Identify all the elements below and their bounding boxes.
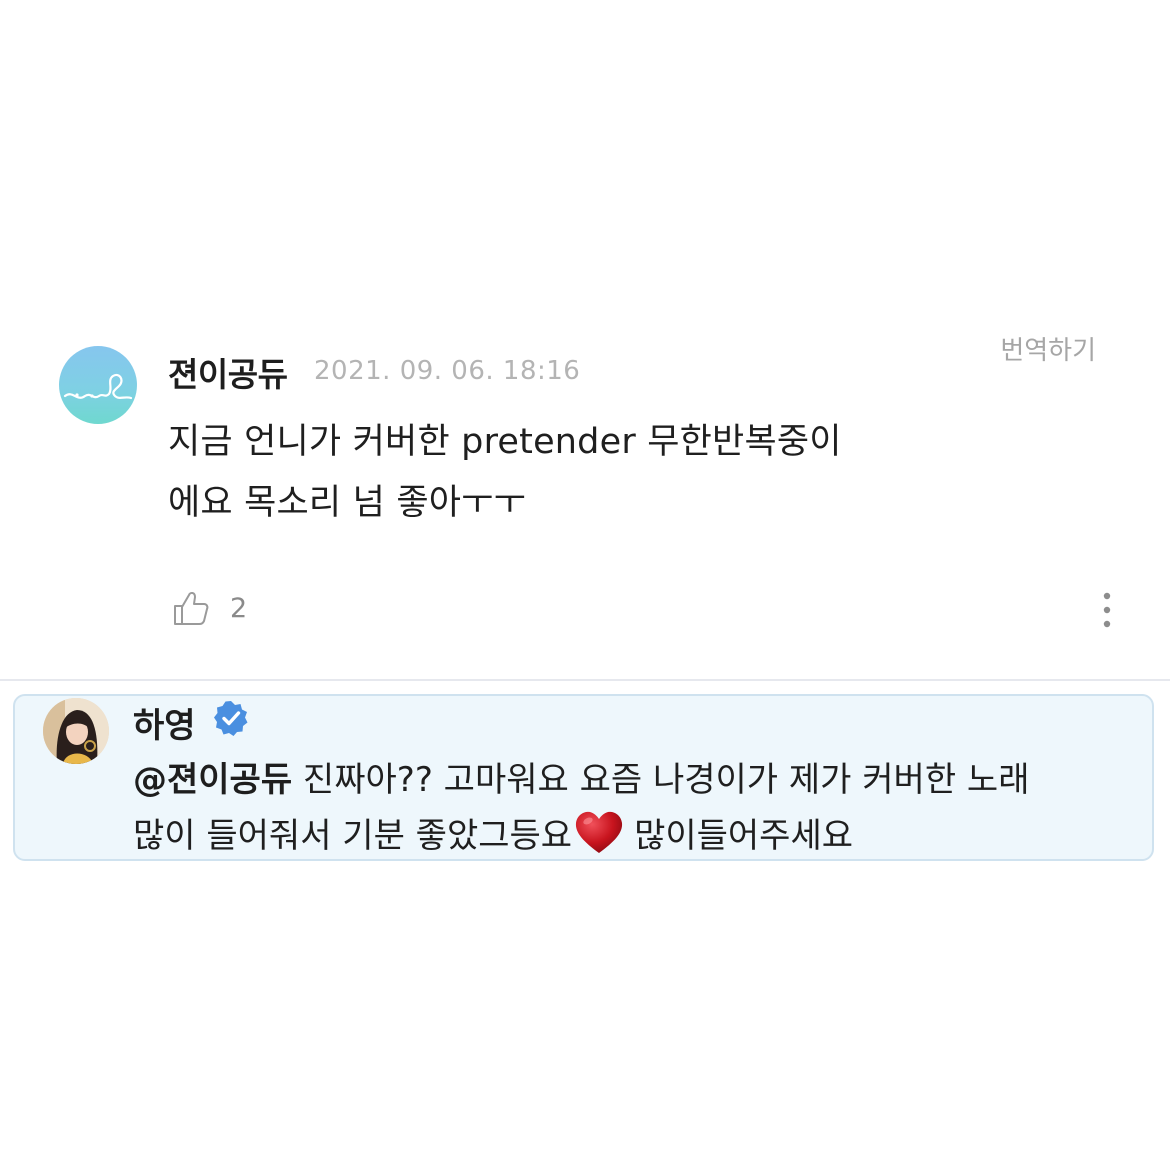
reply-body-line: @젼이공듀 진짜아?? 고마워요 요즘 나경이가 제가 커버한 노래 bbox=[133, 752, 1133, 808]
divider bbox=[0, 679, 1170, 681]
verified-badge-icon bbox=[214, 701, 248, 736]
reply-username[interactable]: 하영 bbox=[133, 698, 196, 747]
reply-card: 하영 @젼이공듀 진짜아?? 고마워요 요즘 나경이가 제가 커버한 노래 많이… bbox=[13, 694, 1154, 861]
avatar-doodle-icon bbox=[63, 373, 133, 400]
comment-card: 젼이공듀 2021. 09. 06. 18:16 번역하기 지금 언니가 커버한… bbox=[0, 330, 1170, 675]
like-button[interactable]: 2 bbox=[172, 588, 247, 628]
avatar[interactable] bbox=[59, 346, 137, 424]
comment-username[interactable]: 젼이공듀 bbox=[168, 348, 288, 396]
comment-timestamp: 2021. 09. 06. 18:16 bbox=[314, 356, 581, 386]
comment-body: 지금 언니가 커버한 pretender 무한반복중이 에요 목소리 넘 좋아ㅜ… bbox=[168, 412, 948, 534]
thumbs-up-icon bbox=[174, 591, 209, 625]
avatar[interactable] bbox=[43, 698, 109, 764]
comment-thread: 젼이공듀 2021. 09. 06. 18:16 번역하기 지금 언니가 커버한… bbox=[0, 0, 1170, 1170]
more-vertical-icon[interactable] bbox=[1096, 590, 1118, 630]
mention-link[interactable]: @젼이공듀 bbox=[133, 760, 292, 800]
reply-body-line: 많이 들어줘서 기분 좋았그등요 많이들어주세요 bbox=[133, 808, 1133, 864]
like-count: 2 bbox=[230, 592, 248, 624]
avatar-photo bbox=[43, 698, 109, 764]
reply-text-segment: 많이 들어줘서 기분 좋았그등요 bbox=[133, 816, 573, 856]
comment-body-line: 지금 언니가 커버한 pretender 무한반복중이 bbox=[168, 422, 842, 462]
translate-button[interactable]: 번역하기 bbox=[1000, 330, 1096, 367]
reply-body: @젼이공듀 진짜아?? 고마워요 요즘 나경이가 제가 커버한 노래 많이 들어… bbox=[133, 752, 1133, 864]
reply-text-segment: 많이들어주세요 bbox=[634, 816, 854, 856]
reply-text-segment: 진짜아?? 고마워요 요즘 나경이가 제가 커버한 노래 bbox=[292, 760, 1030, 800]
heart-emoji-icon bbox=[575, 811, 623, 853]
comment-body-line: 에요 목소리 넘 좋아ㅜㅜ bbox=[168, 483, 526, 523]
